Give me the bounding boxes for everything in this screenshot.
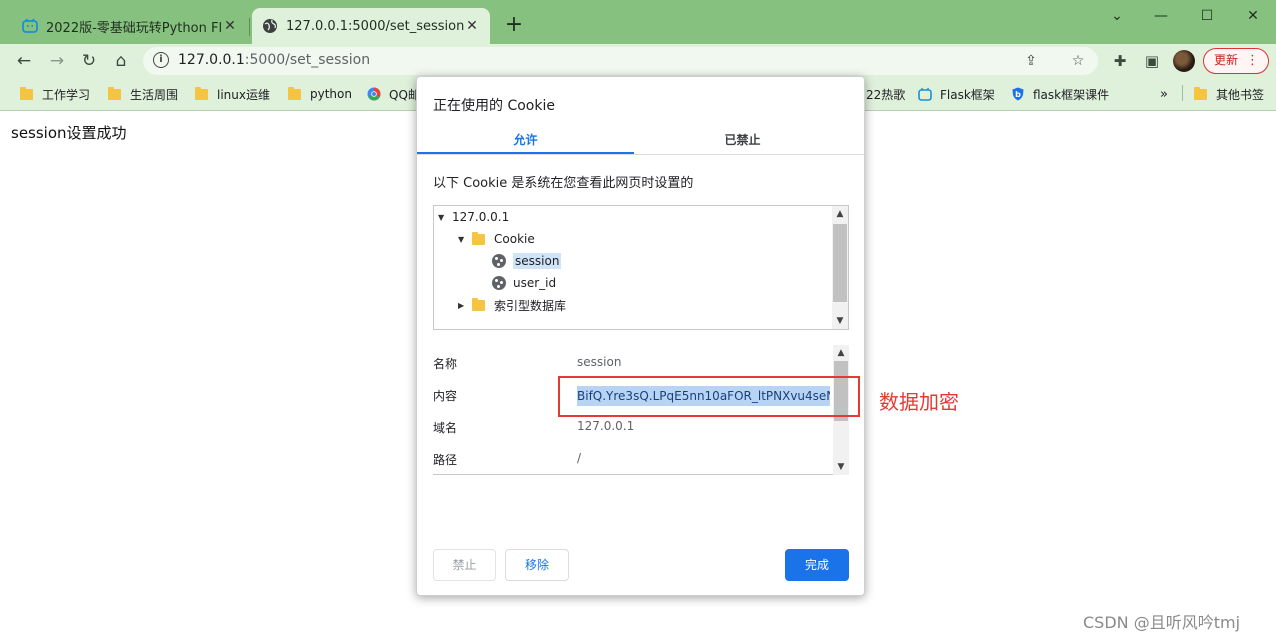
folder-icon (108, 86, 121, 100)
bookmark-item[interactable]: linux运维 (195, 85, 270, 103)
tree-item-site[interactable]: ▼ 127.0.0.1 (438, 207, 509, 227)
close-tab-icon[interactable]: ✕ (464, 18, 480, 34)
bookmark-item[interactable]: 22热歌 (866, 85, 905, 103)
update-button[interactable]: 更新 ⋮ (1203, 48, 1269, 74)
bookmark-item[interactable]: python (288, 85, 352, 103)
new-tab-button[interactable]: + (500, 12, 528, 40)
remove-button[interactable]: 移除 (505, 549, 569, 581)
scroll-thumb[interactable] (833, 224, 847, 302)
home-button[interactable]: ⌂ (107, 48, 135, 74)
bookmark-item[interactable]: 生活周围 (108, 85, 178, 103)
tab-strip: 2022版-零基础玩转Python Flask ✕ 127.0.0.1:5000… (0, 0, 1276, 44)
cookie-dialog: 正在使用的 Cookie 允许 已禁止 以下 Cookie 是系统在您查看此网页… (416, 76, 865, 596)
detail-content-label: 内容 (433, 389, 458, 403)
cookie-tree[interactable]: ▼ 127.0.0.1 ▼ Cookie session user_id ▶ 索… (433, 205, 849, 330)
scroll-up-icon[interactable]: ▲ (832, 206, 848, 222)
side-panel-icon[interactable]: ▣ (1138, 48, 1166, 74)
close-tab-icon[interactable]: ✕ (222, 18, 238, 34)
tab-title: 127.0.0.1:5000/set_session (286, 18, 464, 34)
detail-path-value: / (577, 451, 582, 465)
extensions-puzzle-icon[interactable]: ✚ (1106, 48, 1134, 74)
cookie-icon (492, 276, 506, 290)
annotation-label: 数据加密 (879, 390, 959, 414)
tree-item-cookie-folder[interactable]: ▼ Cookie (458, 229, 535, 249)
bilibili-icon (22, 18, 38, 33)
detail-domain-value: 127.0.0.1 (577, 419, 635, 433)
svg-text:b: b (1015, 90, 1021, 99)
qq-mail-icon (367, 87, 381, 101)
tab-flask-course[interactable]: 2022版-零基础玩转Python Flask ✕ (12, 8, 248, 44)
bilibili-icon (918, 87, 932, 101)
folder-icon (288, 86, 301, 100)
bookmark-star-icon[interactable]: ☆ (1068, 51, 1088, 71)
folder-icon (472, 297, 485, 311)
maximize-button[interactable]: ☐ (1184, 2, 1230, 30)
detail-name-label: 名称 (433, 357, 458, 371)
share-icon[interactable]: ⇪ (1021, 51, 1041, 71)
detail-name-value: session (577, 355, 622, 369)
close-window-button[interactable]: ✕ (1230, 2, 1276, 30)
back-button[interactable]: ← (10, 48, 38, 74)
tree-item-indexed-db[interactable]: ▶ 索引型数据库 (458, 295, 566, 315)
cookie-icon (492, 254, 506, 268)
expanded-arrow-icon[interactable]: ▼ (458, 235, 468, 244)
done-button[interactable]: 完成 (785, 549, 849, 581)
dialog-description: 以下 Cookie 是系统在您查看此网页时设置的 (433, 176, 694, 191)
tab-title: 2022版-零基础玩转Python Flask (46, 20, 222, 36)
globe-icon (263, 19, 277, 33)
folder-icon (472, 231, 485, 245)
block-button[interactable]: 禁止 (433, 549, 496, 581)
detail-path-label: 路径 (433, 453, 458, 467)
tab-search-chevron-icon[interactable]: ⌄ (1094, 2, 1140, 30)
page-message: session设置成功 (11, 124, 127, 142)
tab-divider (249, 18, 250, 36)
update-label: 更新 (1214, 53, 1239, 67)
scroll-down-icon[interactable]: ▼ (833, 459, 849, 475)
folder-icon (195, 86, 208, 100)
more-bookmarks-chevron-icon[interactable]: » (1160, 85, 1168, 103)
tree-item-session[interactable]: session (492, 251, 562, 271)
profile-avatar[interactable] (1173, 50, 1195, 72)
reload-button[interactable]: ↻ (75, 48, 103, 74)
bookmark-item[interactable]: Flask框架 (918, 85, 995, 103)
tab-divider (417, 154, 864, 155)
site-info-icon[interactable]: i (153, 52, 169, 68)
bookmark-item[interactable]: b flask框架课件 (1011, 85, 1109, 103)
bookmark-divider (1182, 85, 1183, 101)
expanded-arrow-icon[interactable]: ▼ (438, 213, 448, 222)
more-menu-icon: ⋮ (1246, 53, 1259, 68)
url-text: 127.0.0.1:5000/set_session (178, 52, 371, 68)
address-bar[interactable]: i 127.0.0.1:5000/set_session ⇪ ☆ (143, 47, 1098, 75)
minimize-button[interactable]: — (1138, 2, 1184, 30)
scroll-down-icon[interactable]: ▼ (832, 313, 848, 329)
bookmark-item[interactable]: QQ邮 (367, 85, 420, 103)
tab-set-session[interactable]: 127.0.0.1:5000/set_session ✕ (252, 8, 490, 44)
folder-icon (1194, 86, 1207, 100)
folder-icon (20, 86, 33, 100)
watermark: CSDN @且听风吟tmj (1083, 613, 1241, 632)
scroll-up-icon[interactable]: ▲ (833, 345, 849, 361)
shield-icon: b (1012, 87, 1024, 101)
highlight-box (558, 376, 860, 417)
forward-button[interactable]: → (43, 48, 71, 74)
collapsed-arrow-icon[interactable]: ▶ (458, 301, 468, 310)
tab-blocked[interactable]: 已禁止 (634, 131, 851, 155)
music-icon: 22热歌 (866, 87, 906, 102)
toolbar: ← → ↻ ⌂ i 127.0.0.1:5000/set_session ⇪ ☆… (0, 44, 1276, 78)
detail-domain-label: 域名 (433, 421, 458, 435)
tree-scrollbar[interactable]: ▲ ▼ (832, 206, 848, 329)
tree-item-user-id[interactable]: user_id (492, 273, 556, 293)
bookmark-item[interactable]: 工作学习 (20, 85, 90, 103)
dialog-title: 正在使用的 Cookie (433, 98, 555, 114)
bookmark-item[interactable]: 其他书签 (1194, 85, 1264, 103)
